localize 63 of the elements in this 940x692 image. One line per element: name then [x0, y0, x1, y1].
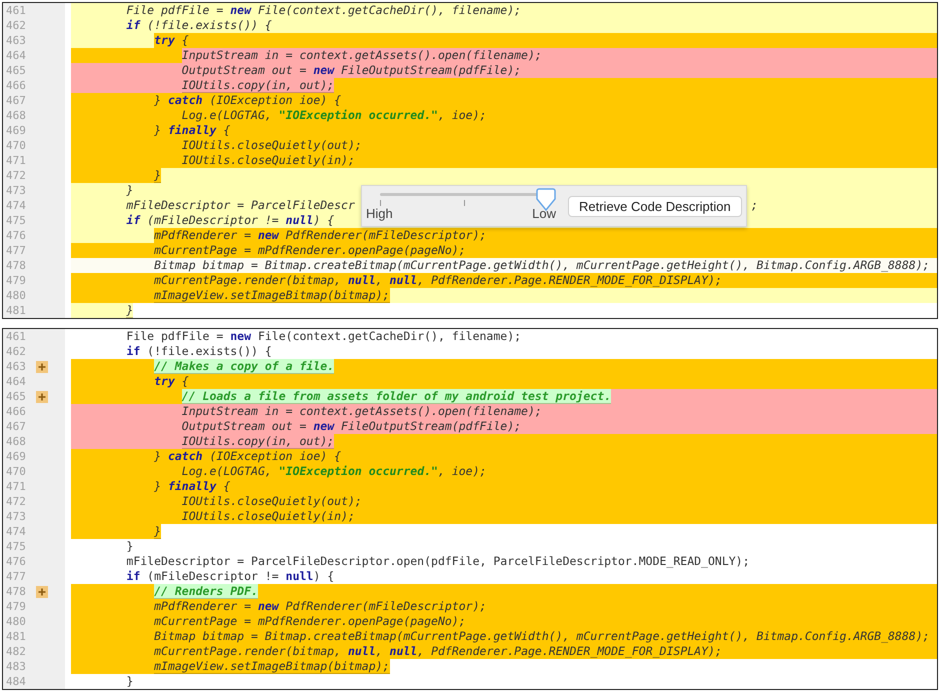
line-number: 467 [5, 419, 26, 434]
line-number: 476 [5, 554, 26, 569]
line-number: 475 [5, 539, 26, 554]
line-number: 468 [5, 434, 26, 449]
tick-mark [380, 200, 381, 206]
code-line: File pdfFile = new File(context.getCacheDir(), filename); [126, 329, 522, 344]
code-comment: // Loads a file from assets folder of my android test project. [182, 389, 612, 404]
line-number: 464 [5, 374, 26, 389]
code-line: mFileDescriptor = ParcelFileDescriptor.open(pdfFile, ParcelFileDescriptor.MODE_READ_ONLY); [126, 554, 750, 569]
line-number: 469 [5, 449, 26, 464]
line-number: 482 [5, 644, 26, 659]
line-number: 474 [5, 198, 26, 213]
line-number: 466 [5, 404, 26, 419]
line-number: 471 [5, 153, 26, 168]
code-line: if (!file.exists()) { [126, 344, 272, 359]
slider-label: High [366, 206, 393, 221]
line-number: 481 [5, 629, 26, 644]
code-line: ; [751, 198, 758, 213]
code-line: } [126, 674, 134, 689]
line-number: 464 [5, 48, 26, 63]
line-number: 478 [5, 258, 26, 273]
line-number: 478 [5, 584, 26, 599]
line-number: 461 [5, 3, 26, 18]
line-number: 475 [5, 213, 26, 228]
code-line: if (mFileDescriptor != null) { [126, 569, 334, 584]
line-number: 468 [5, 108, 26, 123]
line-number: 473 [5, 183, 26, 198]
line-number: 462 [5, 344, 26, 359]
line-number: 462 [5, 18, 26, 33]
line-number: 476 [5, 228, 26, 243]
tick-mark [464, 200, 465, 206]
line-number: 484 [5, 674, 26, 689]
code-comment: // Renders PDF. [154, 584, 258, 599]
line-number: 470 [5, 464, 26, 479]
line-number: 479 [5, 273, 26, 288]
line-number: 472 [5, 168, 26, 183]
line-number: 473 [5, 509, 26, 524]
line-number: 461 [5, 329, 26, 344]
line-number: 480 [5, 614, 26, 629]
line-number: 474 [5, 524, 26, 539]
line-number: 466 [5, 78, 26, 93]
plus-icon[interactable] [36, 586, 48, 598]
line-number: 465 [5, 63, 26, 78]
line-number: 481 [5, 303, 26, 318]
plus-icon[interactable] [36, 360, 48, 372]
code-comment: // Makes a copy of a file. [154, 359, 334, 374]
line-number: 463 [5, 359, 26, 374]
slider-label: Low [532, 206, 556, 221]
line-number: 472 [5, 494, 26, 509]
line-number: 469 [5, 123, 26, 138]
line-number: 479 [5, 599, 26, 614]
plus-icon[interactable] [36, 390, 48, 402]
line-number: 483 [5, 659, 26, 674]
line-number: 477 [5, 243, 26, 258]
code-line: } [126, 539, 134, 554]
line-number: 470 [5, 138, 26, 153]
line-number: 477 [5, 569, 26, 584]
line-number: 465 [5, 389, 26, 404]
line-number: 480 [5, 288, 26, 303]
line-number: 467 [5, 93, 26, 108]
retrieve-button[interactable]: Retrieve Code Description [568, 196, 742, 216]
line-number: 471 [5, 479, 26, 494]
line-number: 463 [5, 33, 26, 48]
